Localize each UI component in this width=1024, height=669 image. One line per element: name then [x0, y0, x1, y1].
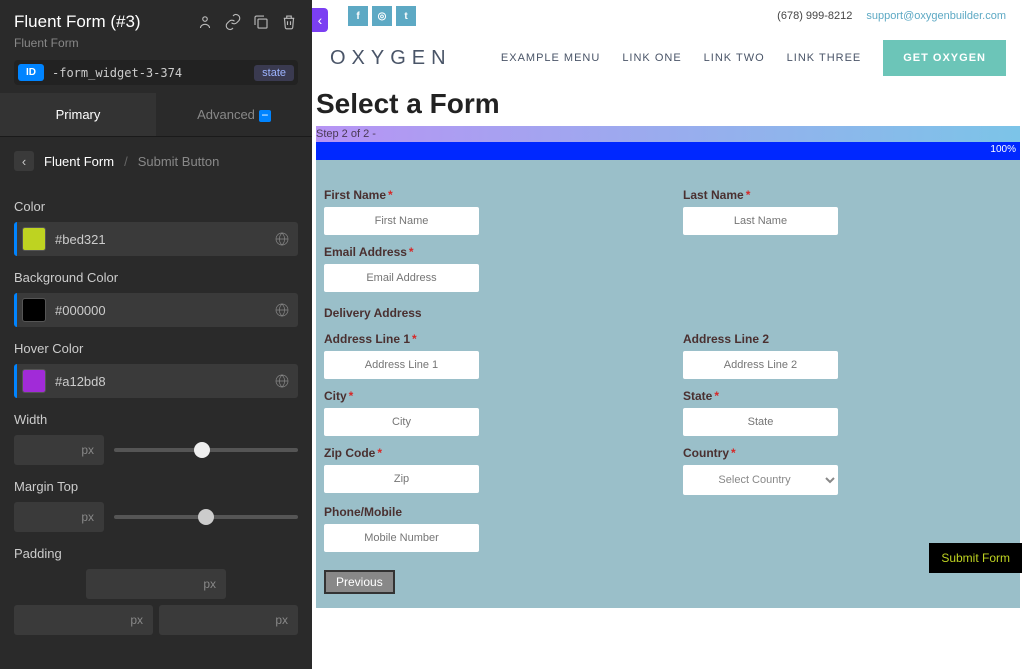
id-text[interactable]: -form_widget-3-374 — [52, 66, 246, 80]
city-input[interactable] — [324, 408, 479, 436]
phone-number: (678) 999-8212 — [777, 10, 852, 22]
breadcrumb-current: Submit Button — [138, 154, 220, 169]
phone-input[interactable] — [324, 524, 479, 552]
addr1-label: Address Line 1 — [324, 332, 410, 346]
addr2-label: Address Line 2 — [683, 332, 769, 346]
margintop-label: Margin Top — [14, 479, 298, 494]
instagram-icon[interactable]: ◎ — [372, 6, 392, 26]
country-label: Country — [683, 446, 729, 460]
preview-canvas: ‹ f ◎ t (678) 999-8212 support@oxygenbui… — [312, 0, 1024, 669]
previous-button[interactable]: Previous — [324, 570, 395, 594]
id-row: ID -form_widget-3-374 state — [14, 60, 298, 85]
tab-primary[interactable]: Primary — [0, 93, 156, 136]
link-icon[interactable] — [224, 13, 242, 31]
submit-button[interactable]: Submit Form — [929, 543, 1022, 573]
breadcrumb-parent[interactable]: Fluent Form — [44, 154, 114, 169]
duplicate-icon[interactable] — [252, 13, 270, 31]
width-slider[interactable] — [114, 448, 298, 452]
progress-text: 100% — [990, 144, 1016, 155]
preview-topbar: f ◎ t (678) 999-8212 support@oxygenbuild… — [312, 0, 1024, 32]
form-body: First Name* Last Name* Email Address* De… — [316, 160, 1020, 608]
element-subtitle: Fluent Form — [14, 36, 298, 50]
padding-label: Padding — [14, 546, 298, 561]
properties-panel: Color #bed321 Background Color #000000 H… — [0, 185, 312, 669]
minus-icon: − — [259, 110, 271, 122]
trash-icon[interactable] — [280, 13, 298, 31]
hovercolor-label: Hover Color — [14, 341, 298, 356]
globe-icon[interactable] — [274, 373, 290, 389]
width-value[interactable]: px — [14, 435, 104, 465]
margintop-slider[interactable] — [114, 515, 298, 519]
padding-left[interactable]: px — [14, 605, 153, 635]
color-input[interactable]: #bed321 — [14, 222, 298, 256]
bgcolor-swatch[interactable] — [22, 298, 46, 322]
hovercolor-input[interactable]: #a12bd8 — [14, 364, 298, 398]
preview-navbar: OXYGEN EXAMPLE MENU LINK ONE LINK TWO LI… — [312, 32, 1024, 88]
sidebar-header: Fluent Form (#3) Fluent Form ID -form_wi… — [0, 0, 312, 93]
tab-advanced[interactable]: Advanced− — [156, 93, 312, 136]
padding-top[interactable]: px — [86, 569, 226, 599]
social-links: f ◎ t — [348, 6, 416, 26]
support-email[interactable]: support@oxygenbuilder.com — [866, 10, 1006, 22]
editor-sidebar: Fluent Form (#3) Fluent Form ID -form_wi… — [0, 0, 312, 669]
state-badge[interactable]: state — [254, 65, 294, 81]
twitter-icon[interactable]: t — [396, 6, 416, 26]
nav-link-one[interactable]: LINK ONE — [622, 52, 681, 64]
breadcrumb-separator: / — [124, 154, 128, 169]
facebook-icon[interactable]: f — [348, 6, 368, 26]
margintop-value[interactable]: px — [14, 502, 104, 532]
phone-label: Phone/Mobile — [324, 505, 402, 519]
first-name-input[interactable] — [324, 207, 479, 235]
zip-input[interactable] — [324, 465, 479, 493]
email-label: Email Address — [324, 245, 407, 259]
bgcolor-label: Background Color — [14, 270, 298, 285]
cta-button[interactable]: GET OXYGEN — [883, 40, 1006, 76]
addr2-input[interactable] — [683, 351, 838, 379]
breadcrumb-back-button[interactable]: ‹ — [14, 151, 34, 171]
first-name-label: First Name — [324, 188, 386, 202]
nav-link-three[interactable]: LINK THREE — [787, 52, 862, 64]
state-label: State — [683, 389, 712, 403]
state-input[interactable] — [683, 408, 838, 436]
globe-icon[interactable] — [274, 302, 290, 318]
breadcrumb: ‹ Fluent Form / Submit Button — [0, 137, 312, 185]
globe-icon[interactable] — [274, 231, 290, 247]
person-icon[interactable] — [196, 13, 214, 31]
country-select[interactable]: Select Country — [683, 465, 838, 495]
progress-bar: 100% — [316, 142, 1020, 160]
city-label: City — [324, 389, 347, 403]
width-label: Width — [14, 412, 298, 427]
step-label: Step 2 of 2 - — [316, 126, 1020, 142]
logo: OXYGEN — [330, 47, 452, 70]
element-title: Fluent Form (#3) — [14, 12, 141, 32]
id-badge[interactable]: ID — [18, 64, 44, 81]
email-input[interactable] — [324, 264, 479, 292]
nav-link-two[interactable]: LINK TWO — [704, 52, 765, 64]
zip-label: Zip Code — [324, 446, 375, 460]
nav-example-menu[interactable]: EXAMPLE MENU — [501, 52, 600, 64]
bgcolor-input[interactable]: #000000 — [14, 293, 298, 327]
hovercolor-swatch[interactable] — [22, 369, 46, 393]
delivery-label: Delivery Address — [324, 306, 1012, 320]
padding-right[interactable]: px — [159, 605, 298, 635]
color-label: Color — [14, 199, 298, 214]
collapse-sidebar-button[interactable]: ‹ — [312, 8, 328, 32]
tabs: Primary Advanced− — [0, 93, 312, 137]
form-title: Select a Form — [316, 88, 1020, 126]
last-name-label: Last Name — [683, 188, 744, 202]
last-name-input[interactable] — [683, 207, 838, 235]
addr1-input[interactable] — [324, 351, 479, 379]
color-swatch[interactable] — [22, 227, 46, 251]
